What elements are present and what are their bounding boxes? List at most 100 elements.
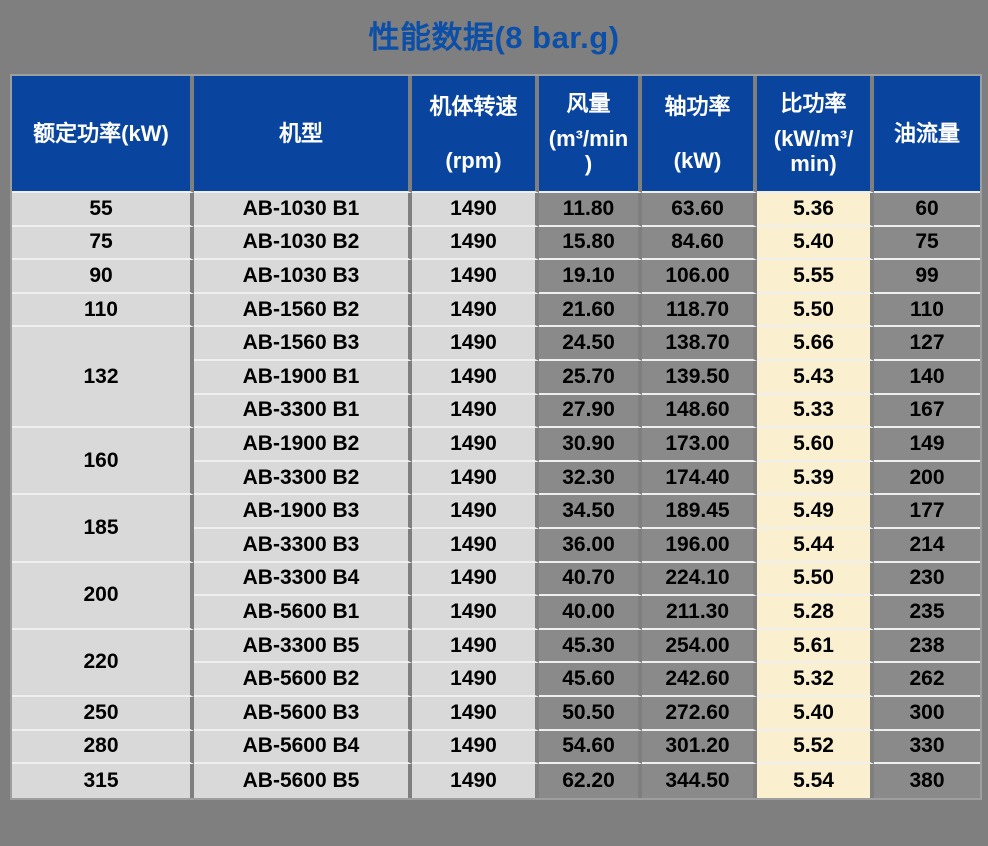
cell-specific-power: 5.32	[757, 663, 874, 697]
performance-table: 额定功率(kW)机型机体转速(rpm)风量(m³/min)轴功率(kW)比功率(…	[10, 74, 982, 800]
cell-oil-flow: 238	[874, 630, 980, 664]
cell-shaft-power: 118.70	[642, 294, 757, 328]
cell-shaft-power: 106.00	[642, 260, 757, 294]
cell-shaft-power: 242.60	[642, 663, 757, 697]
cell-oil-flow: 300	[874, 697, 980, 731]
cell-model: AB-1030 B2	[194, 227, 412, 261]
cell-oil-flow: 214	[874, 529, 980, 563]
cell-rpm: 1490	[412, 596, 539, 630]
cell-shaft-power: 138.70	[642, 327, 757, 361]
cell-model: AB-3300 B4	[194, 563, 412, 597]
cell-rpm: 1490	[412, 227, 539, 261]
cell-power: 280	[12, 731, 194, 765]
table-row: 220AB-3300 B5149045.30254.005.61238	[12, 630, 980, 664]
cell-model: AB-1560 B3	[194, 327, 412, 361]
table-row: 132AB-1560 B3149024.50138.705.66127	[12, 327, 980, 361]
cell-rpm: 1490	[412, 764, 539, 798]
header-line: 油流量	[876, 121, 978, 146]
cell-flow: 21.60	[539, 294, 642, 328]
cell-oil-flow: 99	[874, 260, 980, 294]
cell-oil-flow: 167	[874, 395, 980, 429]
header-line: (m³/min	[541, 126, 636, 151]
cell-specific-power: 5.39	[757, 462, 874, 496]
header-line: )	[541, 151, 636, 176]
cell-specific-power: 5.49	[757, 495, 874, 529]
cell-flow: 24.50	[539, 327, 642, 361]
cell-oil-flow: 110	[874, 294, 980, 328]
cell-model: AB-5600 B4	[194, 731, 412, 765]
cell-flow: 34.50	[539, 495, 642, 529]
table-row: 280AB-5600 B4149054.60301.205.52330	[12, 731, 980, 765]
cell-flow: 25.70	[539, 361, 642, 395]
cell-model: AB-5600 B2	[194, 663, 412, 697]
cell-model: AB-5600 B3	[194, 697, 412, 731]
cell-power: 160	[12, 428, 194, 495]
header-line: min)	[759, 151, 868, 176]
header-line: (kW)	[644, 148, 751, 173]
cell-flow: 50.50	[539, 697, 642, 731]
cell-specific-power: 5.52	[757, 731, 874, 765]
cell-specific-power: 5.44	[757, 529, 874, 563]
cell-rpm: 1490	[412, 529, 539, 563]
cell-specific-power: 5.40	[757, 697, 874, 731]
table-row: 200AB-3300 B4149040.70224.105.50230	[12, 563, 980, 597]
cell-specific-power: 5.61	[757, 630, 874, 664]
cell-rpm: 1490	[412, 630, 539, 664]
cell-shaft-power: 148.60	[642, 395, 757, 429]
cell-oil-flow: 330	[874, 731, 980, 765]
header-cell-specific: 比功率(kW/m³/min)	[757, 76, 874, 193]
cell-rpm: 1490	[412, 663, 539, 697]
table-row: 110AB-1560 B2149021.60118.705.50110	[12, 294, 980, 328]
cell-shaft-power: 84.60	[642, 227, 757, 261]
cell-power: 110	[12, 294, 194, 328]
header-line: 机体转速	[414, 94, 533, 119]
cell-flow: 27.90	[539, 395, 642, 429]
cell-model: AB-1900 B2	[194, 428, 412, 462]
cell-flow: 30.90	[539, 428, 642, 462]
header-row: 额定功率(kW)机型机体转速(rpm)风量(m³/min)轴功率(kW)比功率(…	[12, 76, 980, 193]
cell-model: AB-5600 B5	[194, 764, 412, 798]
cell-oil-flow: 380	[874, 764, 980, 798]
cell-flow: 54.60	[539, 731, 642, 765]
cell-rpm: 1490	[412, 193, 539, 227]
cell-specific-power: 5.66	[757, 327, 874, 361]
cell-shaft-power: 189.45	[642, 495, 757, 529]
cell-specific-power: 5.40	[757, 227, 874, 261]
cell-flow: 45.30	[539, 630, 642, 664]
header-line: 机型	[196, 121, 406, 146]
cell-oil-flow: 177	[874, 495, 980, 529]
cell-shaft-power: 173.00	[642, 428, 757, 462]
cell-rpm: 1490	[412, 294, 539, 328]
cell-shaft-power: 139.50	[642, 361, 757, 395]
cell-flow: 15.80	[539, 227, 642, 261]
header-line: (rpm)	[414, 148, 533, 173]
cell-model: AB-1560 B2	[194, 294, 412, 328]
cell-rpm: 1490	[412, 563, 539, 597]
cell-shaft-power: 174.40	[642, 462, 757, 496]
header-cell-model: 机型	[194, 76, 412, 193]
cell-model: AB-3300 B2	[194, 462, 412, 496]
header-line: (kW/m³/	[759, 126, 868, 151]
cell-power: 132	[12, 327, 194, 428]
table-row: 160AB-1900 B2149030.90173.005.60149	[12, 428, 980, 462]
header-cell-oil: 油流量	[874, 76, 980, 193]
cell-flow: 40.70	[539, 563, 642, 597]
cell-oil-flow: 60	[874, 193, 980, 227]
cell-specific-power: 5.36	[757, 193, 874, 227]
cell-rpm: 1490	[412, 731, 539, 765]
cell-oil-flow: 230	[874, 563, 980, 597]
cell-rpm: 1490	[412, 462, 539, 496]
cell-power: 220	[12, 630, 194, 697]
cell-shaft-power: 224.10	[642, 563, 757, 597]
cell-flow: 11.80	[539, 193, 642, 227]
cell-shaft-power: 301.20	[642, 731, 757, 765]
cell-specific-power: 5.54	[757, 764, 874, 798]
cell-oil-flow: 262	[874, 663, 980, 697]
page: 性能数据(8 bar.g) 额定功率(kW)机型机体转速(rpm)风量(m³/m…	[0, 0, 988, 846]
page-title: 性能数据(8 bar.g)	[0, 0, 988, 74]
table-row: 185AB-1900 B3149034.50189.455.49177	[12, 495, 980, 529]
cell-rpm: 1490	[412, 260, 539, 294]
cell-power: 90	[12, 260, 194, 294]
cell-flow: 62.20	[539, 764, 642, 798]
cell-power: 55	[12, 193, 194, 227]
